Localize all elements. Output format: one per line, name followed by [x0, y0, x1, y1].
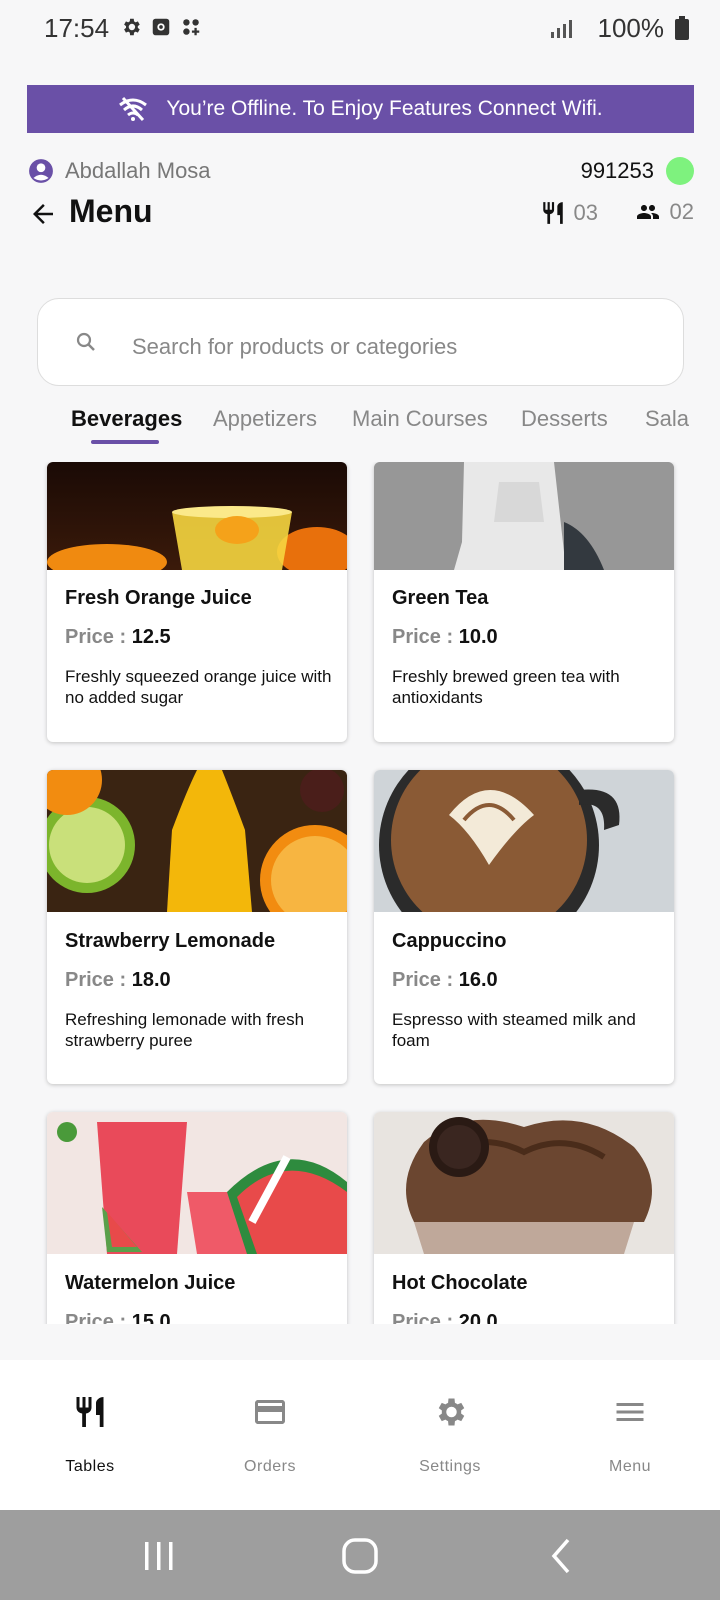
- tab-appetizers[interactable]: Appetizers: [213, 406, 317, 432]
- price-label: Price :: [392, 1311, 459, 1324]
- product-price: Price : 18.0: [65, 969, 171, 992]
- search-input[interactable]: [132, 329, 652, 365]
- cutlery-icon: [542, 202, 563, 224]
- product-description: Freshly brewed green tea with antioxidan…: [392, 667, 620, 707]
- nav-tables[interactable]: Tables: [0, 1360, 180, 1510]
- price-label: Price :: [392, 626, 459, 648]
- nav-settings[interactable]: Settings: [360, 1360, 540, 1510]
- status-time: 17:54: [44, 13, 110, 43]
- guest-count: 02: [634, 199, 694, 225]
- product-price: Price : 20.0: [392, 1311, 498, 1324]
- product-price: Price : 10.0: [392, 626, 498, 649]
- table-count: 03: [540, 199, 598, 227]
- product-name: Green Tea: [392, 587, 489, 609]
- nav-menu[interactable]: Menu: [540, 1360, 720, 1510]
- price-value: 16.0: [458, 969, 498, 991]
- account-icon: [29, 159, 53, 183]
- battery-icon: [675, 16, 689, 40]
- online-status-dot: [666, 157, 694, 185]
- active-tab-indicator: [91, 440, 159, 444]
- product-description: Freshly squeezed orange juice with no ad…: [65, 667, 332, 707]
- nav-label: Tables: [65, 1458, 115, 1475]
- status-notification-icons: [120, 16, 202, 38]
- apps-status-icon: [183, 19, 200, 36]
- status-bar: 17:54 100%: [0, 0, 720, 56]
- product-price: Price : 16.0: [392, 969, 498, 992]
- user-row: Abdallah Mosa 991253: [28, 156, 694, 186]
- category-tabs: Beverages Appetizers Main Courses Desser…: [0, 402, 720, 448]
- device-id: 991253: [580, 158, 654, 183]
- offline-banner: You’re Offline. To Enjoy Features Connec…: [27, 85, 694, 133]
- product-card[interactable]: Fresh Orange Juice Price : 12.5 Freshly …: [47, 462, 347, 742]
- signal-icon: [551, 20, 572, 38]
- price-value: 12.5: [131, 626, 171, 648]
- price-label: Price :: [65, 626, 132, 648]
- wifi-off-icon: [119, 96, 148, 122]
- product-price: Price : 15.0: [65, 1311, 171, 1324]
- screenshot-status-icon: [152, 18, 170, 36]
- price-label: Price :: [392, 969, 459, 991]
- product-price: Price : 12.5: [65, 626, 171, 649]
- price-value: 20.0: [458, 1311, 498, 1324]
- back-nav-icon[interactable]: [540, 1534, 584, 1578]
- tab-salads[interactable]: Sala: [645, 406, 689, 432]
- product-name: Watermelon Juice: [65, 1272, 236, 1294]
- card-icon: [255, 1400, 285, 1424]
- price-label: Price :: [65, 1311, 132, 1324]
- product-image: [374, 770, 674, 912]
- tab-main-courses[interactable]: Main Courses: [352, 406, 488, 432]
- system-navigation-bar: [0, 1510, 720, 1600]
- hamburger-icon: [616, 1403, 644, 1421]
- price-value: 18.0: [131, 969, 171, 991]
- product-description: Refreshing lemonade with fresh strawberr…: [65, 1010, 305, 1050]
- settings-status-icon: [124, 18, 140, 36]
- people-icon: [636, 205, 659, 219]
- product-card[interactable]: Strawberry Lemonade Price : 18.0 Refresh…: [47, 770, 347, 1084]
- product-name: Fresh Orange Juice: [65, 587, 252, 609]
- recent-apps-icon[interactable]: [137, 1534, 181, 1578]
- table-count-value: 03: [573, 200, 598, 225]
- tab-beverages[interactable]: Beverages: [71, 406, 182, 432]
- search-box[interactable]: [37, 298, 684, 386]
- home-icon[interactable]: [338, 1534, 382, 1578]
- back-arrow-icon[interactable]: [28, 199, 58, 229]
- product-description: Espresso with steamed milk and foam: [392, 1010, 636, 1050]
- price-label: Price :: [65, 969, 132, 991]
- product-image: [47, 770, 347, 912]
- product-name: Hot Chocolate: [392, 1272, 528, 1294]
- product-grid: Fresh Orange Juice Price : 12.5 Freshly …: [0, 462, 720, 1324]
- product-image: [374, 1112, 674, 1254]
- header: Menu 03 02: [28, 193, 694, 237]
- product-card[interactable]: Watermelon Juice Price : 15.0: [47, 1112, 347, 1324]
- nav-label: Orders: [244, 1458, 296, 1475]
- nav-orders[interactable]: Orders: [180, 1360, 360, 1510]
- product-card[interactable]: Green Tea Price : 10.0 Freshly brewed gr…: [374, 462, 674, 742]
- price-value: 10.0: [458, 626, 498, 648]
- product-image: [374, 462, 674, 570]
- gear-icon: [438, 1398, 465, 1426]
- user-name: Abdallah Mosa: [65, 158, 211, 183]
- battery-percent: 100%: [597, 13, 665, 43]
- product-name: Cappuccino: [392, 930, 507, 952]
- product-card[interactable]: Hot Chocolate Price : 20.0: [374, 1112, 674, 1324]
- search-icon: [76, 332, 95, 351]
- tab-desserts[interactable]: Desserts: [521, 406, 608, 432]
- page-title: Menu: [69, 193, 153, 229]
- offline-message: You’re Offline. To Enjoy Features Connec…: [166, 97, 603, 120]
- product-name: Strawberry Lemonade: [65, 930, 276, 952]
- price-value: 15.0: [131, 1311, 171, 1324]
- product-image: [47, 1112, 347, 1254]
- guest-count-value: 02: [669, 199, 694, 224]
- nav-label: Menu: [608, 1458, 652, 1475]
- product-image: [47, 462, 347, 570]
- product-card[interactable]: Cappuccino Price : 16.0 Espresso with st…: [374, 770, 674, 1084]
- bottom-navigation: Tables Orders Settings Menu: [0, 1360, 720, 1510]
- cutlery-icon: [76, 1397, 104, 1427]
- nav-label: Settings: [419, 1458, 481, 1475]
